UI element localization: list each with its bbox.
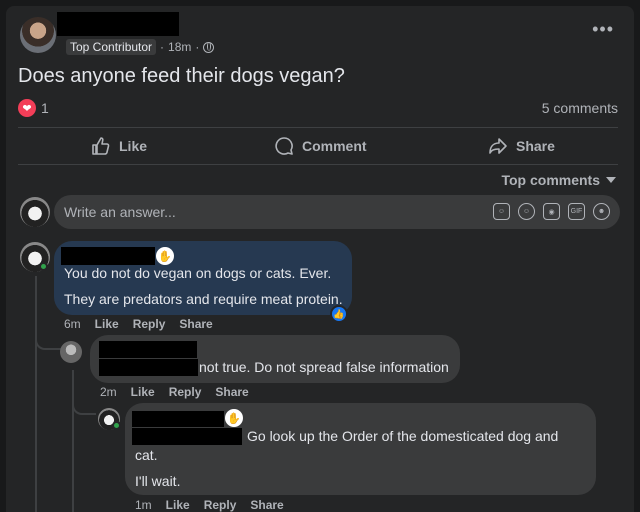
comment-share-button[interactable]: Share <box>179 317 212 331</box>
comment-share-button[interactable]: Share <box>250 498 283 512</box>
post-title: Does anyone feed their dogs vegan? <box>18 65 345 87</box>
comments-count[interactable]: 5 comments <box>542 100 618 116</box>
comment-label: Comment <box>302 138 367 154</box>
emoji-icon[interactable]: ☺ <box>518 203 535 220</box>
divider <box>18 127 618 128</box>
comment-like-button[interactable]: Like <box>166 498 190 512</box>
comment-time[interactable]: 2m <box>100 385 117 399</box>
comment-text: You do not do vegan on dogs or cats. Eve… <box>64 265 332 281</box>
wave-badge-icon: ✋ <box>225 409 243 427</box>
divider <box>18 164 618 165</box>
write-answer-input[interactable]: Write an answer... ☺ ☺ ◉ GIF ☻ <box>54 195 620 229</box>
thread-connector <box>72 391 96 415</box>
more-options-icon[interactable]: ••• <box>592 20 614 38</box>
comment-actions: 2m Like Reply Share <box>100 385 249 399</box>
meta-separator: · <box>160 40 165 54</box>
comment-text: I'll wait. <box>135 473 181 489</box>
sticker-icon[interactable]: ☻ <box>593 203 610 220</box>
heart-icon[interactable]: ❤ <box>18 99 36 117</box>
comment-like-button[interactable]: Like <box>131 385 155 399</box>
thread-line <box>35 276 37 512</box>
comment-text: Go look up the Order of the domesticated… <box>247 428 559 444</box>
commenter-avatar[interactable] <box>60 341 82 363</box>
post-meta: Top Contributor · 18m · <box>66 39 215 55</box>
write-answer-placeholder: Write an answer... <box>64 204 176 220</box>
reaction-count[interactable]: 1 <box>41 100 49 116</box>
top-contributor-badge: Top Contributor <box>66 39 157 55</box>
redacted-mention <box>99 359 198 376</box>
comment-share-button[interactable]: Share <box>215 385 248 399</box>
redacted-commenter-name <box>99 341 197 358</box>
thread-connector <box>35 326 61 350</box>
redacted-author-name <box>57 12 179 36</box>
share-button[interactable]: Share <box>488 136 555 156</box>
redacted-commenter-name <box>132 411 224 427</box>
comment-bubble: ✋ You do not do vegan on dogs or cats. E… <box>54 241 352 315</box>
like-reaction-icon[interactable]: 👍 <box>330 305 348 323</box>
comment-bubble: not true. Do not spread false informatio… <box>90 335 460 383</box>
comment-text: They are predators and require meat prot… <box>64 291 343 307</box>
avatar-sticker-icon[interactable]: ☺ <box>493 203 510 220</box>
comment-bubble: ✋ Go look up the Order of the domesticat… <box>125 403 596 495</box>
chevron-down-icon <box>606 177 616 183</box>
like-button[interactable]: Like <box>91 136 147 156</box>
comment-time[interactable]: 6m <box>64 317 81 331</box>
sort-label: Top comments <box>501 172 600 188</box>
post-time[interactable]: 18m <box>168 40 191 54</box>
thumbs-up-icon <box>92 137 110 155</box>
share-label: Share <box>516 138 555 154</box>
redacted-commenter-name <box>61 247 155 265</box>
redacted-mention <box>132 428 242 445</box>
online-status-dot <box>39 262 48 271</box>
gif-icon[interactable]: GIF <box>568 203 585 220</box>
composer-tools: ☺ ☺ ◉ GIF ☻ <box>493 203 610 220</box>
comment-actions: 1m Like Reply Share <box>135 498 284 512</box>
comment-text: cat. <box>135 447 158 463</box>
comment-button[interactable]: Comment <box>274 136 367 156</box>
author-avatar[interactable] <box>20 17 56 53</box>
globe-icon <box>203 41 215 53</box>
camera-icon[interactable]: ◉ <box>543 203 560 220</box>
comment-text: not true. Do not spread false informatio… <box>199 359 449 375</box>
wave-badge-icon: ✋ <box>156 247 174 265</box>
comment-reply-button[interactable]: Reply <box>169 385 202 399</box>
top-comments-dropdown[interactable]: Top comments <box>501 172 616 188</box>
online-status-dot <box>112 421 121 430</box>
comment-reply-button[interactable]: Reply <box>204 498 237 512</box>
comment-time[interactable]: 1m <box>135 498 152 512</box>
share-arrow-icon <box>489 138 507 154</box>
current-user-avatar[interactable] <box>20 197 50 227</box>
speech-bubble-icon <box>275 137 293 155</box>
post-card: Top Contributor · 18m · ••• Does anyone … <box>6 6 634 512</box>
like-label: Like <box>119 138 148 154</box>
comment-actions: 6m Like Reply Share <box>64 317 213 331</box>
comment-reply-button[interactable]: Reply <box>133 317 166 331</box>
meta-separator: · <box>195 40 200 54</box>
comment-like-button[interactable]: Like <box>95 317 119 331</box>
